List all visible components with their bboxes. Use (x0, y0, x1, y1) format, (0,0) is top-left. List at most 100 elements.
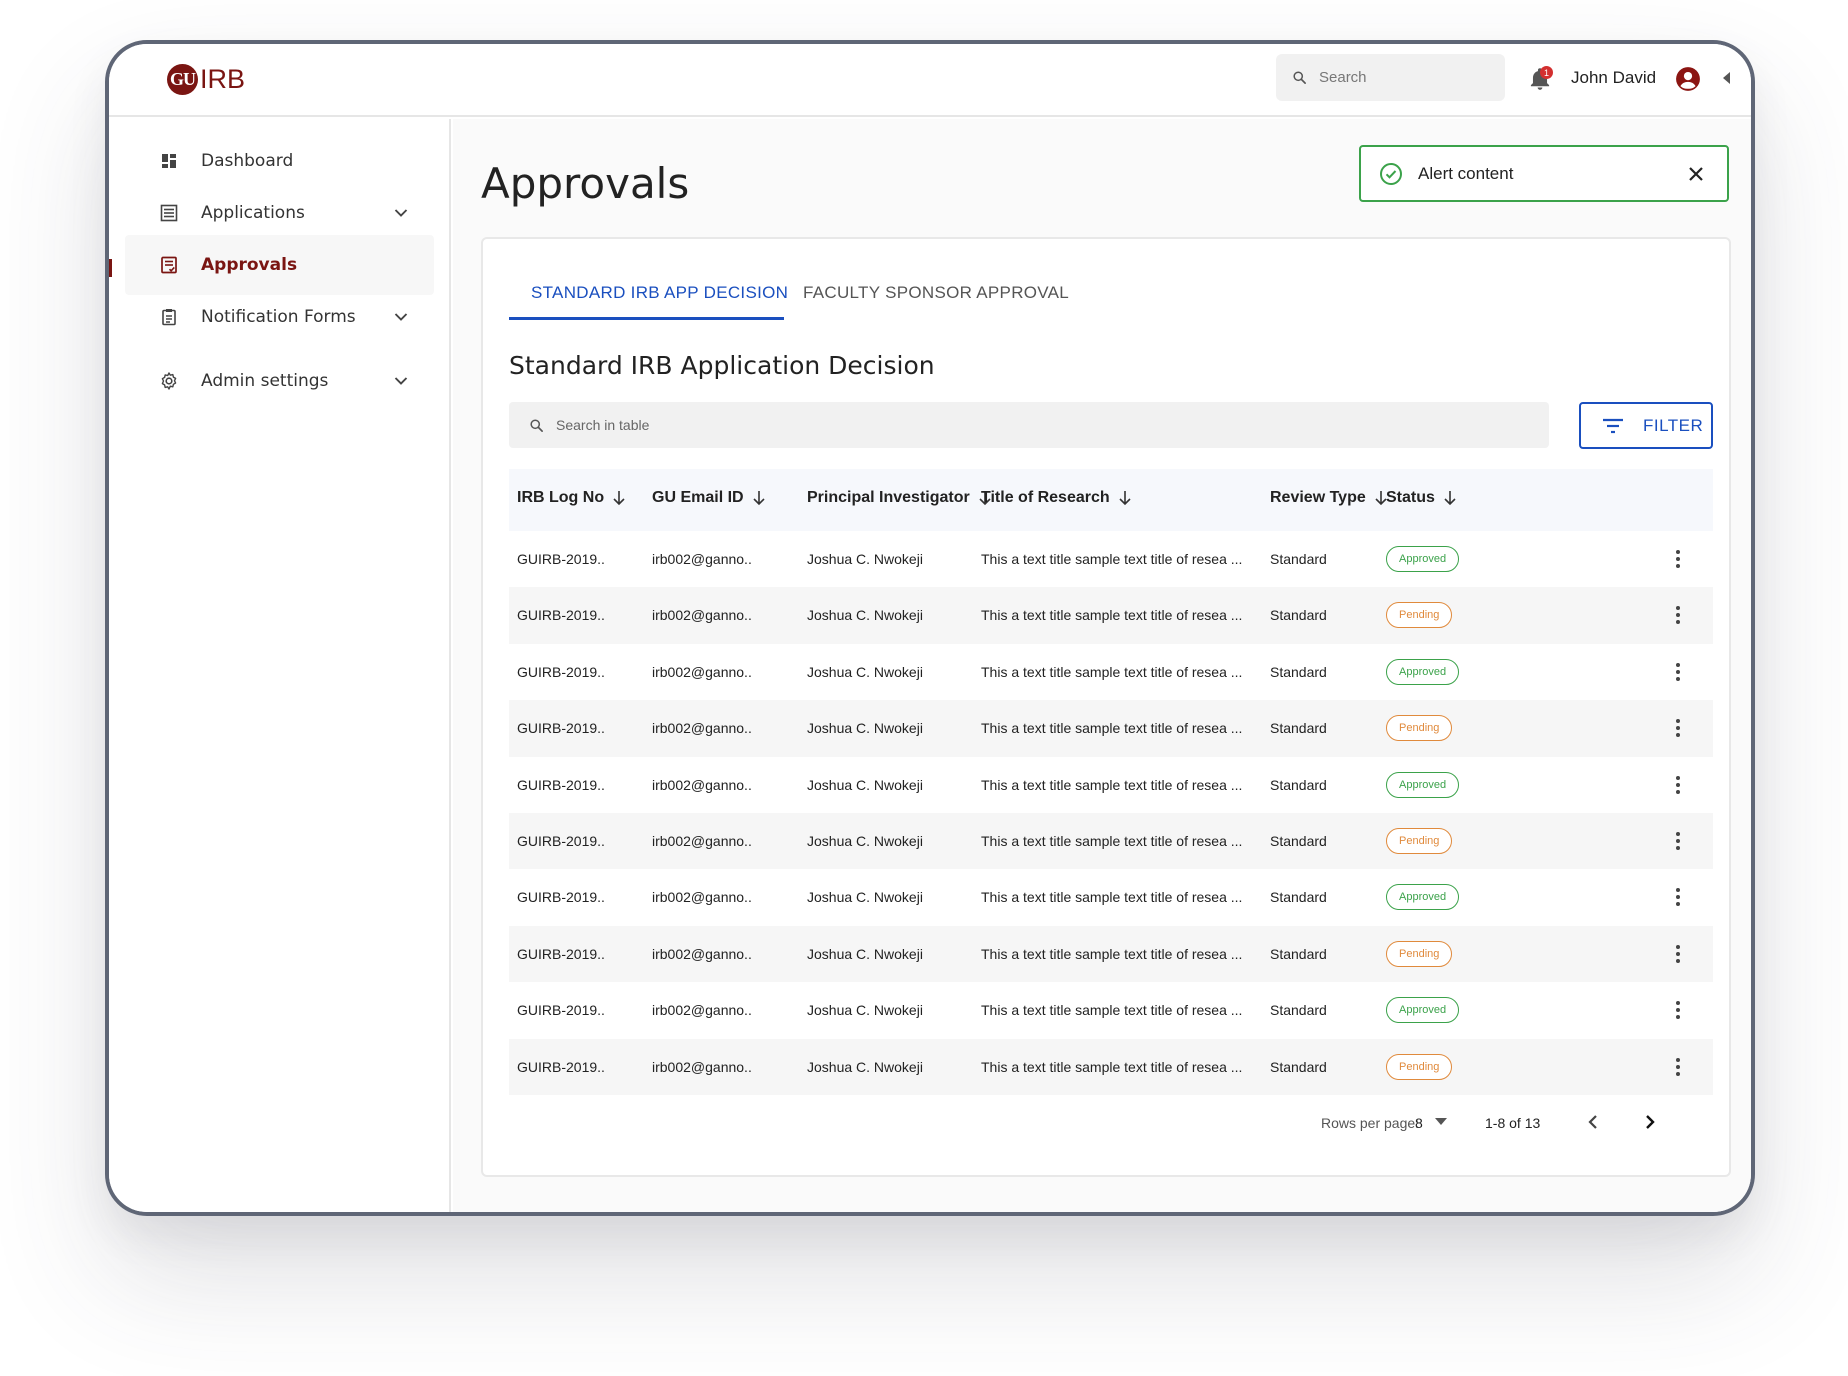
table-row[interactable]: GUIRB-2019.. irb002@ganno.. Joshua C. Nw… (509, 644, 1713, 700)
dashboard-icon (162, 154, 176, 168)
section-title: Standard IRB Application Decision (509, 351, 935, 380)
rows-per-page-select[interactable]: 8 (1415, 1115, 1423, 1131)
cell-title-of-research: This a text title sample text title of r… (981, 607, 1243, 624)
top-bar: GU IRB Search 1 John David (109, 44, 1751, 117)
table-row[interactable]: GUIRB-2019.. irb002@ganno.. Joshua C. Nw… (509, 982, 1713, 1038)
active-tab-indicator (509, 317, 784, 320)
table-row[interactable]: GUIRB-2019.. irb002@ganno.. Joshua C. Nw… (509, 700, 1713, 757)
user-avatar-icon[interactable] (1675, 66, 1701, 92)
cell-principal-investigator: Joshua C. Nwokeji (807, 663, 923, 680)
app-logo[interactable]: GU IRB (167, 64, 245, 95)
search-icon (1293, 71, 1306, 84)
table-row[interactable]: GUIRB-2019.. irb002@ganno.. Joshua C. Nw… (509, 925, 1713, 983)
chevron-down-icon[interactable] (393, 205, 409, 221)
row-more-options-icon[interactable] (1675, 604, 1681, 626)
cell-principal-investigator: Joshua C. Nwokeji (807, 1002, 923, 1019)
column-header-principal-investigator[interactable]: Principal Investigator (807, 489, 992, 507)
cell-principal-investigator: Joshua C. Nwokeji (807, 720, 923, 737)
row-more-options-icon[interactable] (1675, 943, 1681, 965)
main-content: Approvals Alert content STANDARD IRB APP… (453, 119, 1751, 1212)
logo-text: IRB (200, 64, 246, 94)
table-row[interactable]: GUIRB-2019.. irb002@ganno.. Joshua C. Nw… (509, 812, 1713, 870)
row-more-options-icon[interactable] (1675, 548, 1681, 570)
cell-title-of-research: This a text title sample text title of r… (981, 776, 1243, 793)
cell-gu-email: irb002@ganno.. (652, 1002, 752, 1019)
row-more-options-icon[interactable] (1675, 661, 1681, 683)
status-badge: Pending (1386, 1053, 1453, 1080)
row-more-options-icon[interactable] (1675, 774, 1681, 796)
cell-review-type: Standard (1270, 1058, 1327, 1075)
cell-review-type: Standard (1270, 551, 1327, 567)
cell-title-of-research: This a text title sample text title of r… (981, 889, 1243, 906)
cell-title-of-research: This a text title sample text title of r… (981, 1002, 1243, 1019)
cell-irb-log-no: GUIRB-2019.. (517, 551, 605, 567)
close-icon[interactable] (1685, 163, 1707, 185)
table-body: GUIRB-2019.. irb002@ganno.. Joshua C. Nw… (509, 531, 1713, 1095)
sidebar-item-label: Admin settings (201, 371, 329, 391)
rows-per-page-label: Rows per page: (1321, 1115, 1420, 1131)
cell-gu-email: irb002@ganno.. (652, 945, 752, 962)
column-header-irb-log-no[interactable]: IRB Log No (517, 489, 626, 507)
column-header-label: Title of Research (981, 489, 1110, 506)
cell-principal-investigator: Joshua C. Nwokeji (807, 1058, 923, 1075)
status-badge: Approved (1386, 771, 1460, 798)
row-more-options-icon[interactable] (1675, 1056, 1681, 1078)
table-row[interactable]: GUIRB-2019.. irb002@ganno.. Joshua C. Nw… (509, 587, 1713, 644)
alert-text: Alert content (1418, 163, 1514, 183)
cell-irb-log-no: GUIRB-2019.. (517, 889, 605, 906)
cell-irb-log-no: GUIRB-2019.. (517, 945, 605, 962)
global-search-placeholder: Search (1319, 69, 1367, 86)
column-header-title-of-research[interactable]: Title of Research (981, 489, 1132, 507)
gear-icon (161, 372, 177, 390)
status-badge: Approved (1386, 658, 1460, 685)
sort-arrow-down-icon[interactable] (612, 490, 626, 506)
cell-gu-email: irb002@ganno.. (652, 889, 752, 906)
chevron-down-icon[interactable] (393, 373, 409, 389)
status-badge: Approved (1386, 546, 1460, 572)
success-alert: Alert content (1359, 145, 1729, 202)
sort-arrow-down-icon[interactable] (1118, 490, 1132, 506)
logo-badge: GU (167, 64, 198, 95)
cell-review-type: Standard (1270, 607, 1327, 624)
table-row[interactable]: GUIRB-2019.. irb002@ganno.. Joshua C. Nw… (509, 757, 1713, 813)
column-header-review-type[interactable]: Review Type (1270, 489, 1388, 507)
table-row[interactable]: GUIRB-2019.. irb002@ganno.. Joshua C. Nw… (509, 1038, 1713, 1095)
cell-review-type: Standard (1270, 1002, 1327, 1019)
status-badge: Approved (1386, 884, 1460, 911)
cell-gu-email: irb002@ganno.. (652, 607, 752, 624)
chevron-down-icon[interactable] (393, 309, 409, 325)
row-more-options-icon[interactable] (1675, 999, 1681, 1021)
row-more-options-icon[interactable] (1675, 886, 1681, 908)
tab-standard-irb-app-decision[interactable]: STANDARD IRB APP DECISION (531, 283, 788, 303)
filter-button[interactable]: FILTER (1579, 402, 1713, 449)
cell-gu-email: irb002@ganno.. (652, 663, 752, 680)
chevron-left-icon[interactable] (1583, 1112, 1603, 1132)
cell-irb-log-no: GUIRB-2019.. (517, 663, 605, 680)
user-name[interactable]: John David (1571, 68, 1656, 88)
collapse-caret-icon[interactable] (1723, 72, 1731, 84)
dropdown-triangle-icon[interactable] (1435, 1118, 1447, 1126)
sort-arrow-down-icon[interactable] (752, 490, 766, 506)
cell-review-type: Standard (1270, 889, 1327, 906)
status-badge: Approved (1386, 997, 1460, 1024)
sidebar-item-admin-settings[interactable]: Admin settings (125, 351, 434, 411)
column-header-gu-email-id[interactable]: GU Email ID (652, 489, 766, 507)
tab-faculty-sponsor-approval[interactable]: FACULTY SPONSOR APPROVAL (803, 283, 1069, 303)
table-row[interactable]: GUIRB-2019.. irb002@ganno.. Joshua C. Nw… (509, 531, 1713, 587)
table-row[interactable]: GUIRB-2019.. irb002@ganno.. Joshua C. Nw… (509, 869, 1713, 925)
sort-arrow-down-icon[interactable] (1443, 490, 1457, 506)
sidebar-item-label: Applications (201, 203, 305, 223)
row-more-options-icon[interactable] (1675, 717, 1681, 739)
sidebar-item-notification-forms[interactable]: Notification Forms (125, 287, 434, 347)
column-header-status[interactable]: Status (1386, 489, 1457, 507)
cell-title-of-research: This a text title sample text title of r… (981, 663, 1243, 680)
status-badge: Pending (1386, 602, 1453, 629)
chevron-right-icon[interactable] (1640, 1112, 1660, 1132)
row-more-options-icon[interactable] (1675, 830, 1681, 852)
sidebar-item-approvals[interactable]: Approvals (109, 235, 434, 295)
table-search-input[interactable]: Search in table (509, 402, 1549, 448)
global-search-input[interactable]: Search (1276, 54, 1505, 101)
cell-irb-log-no: GUIRB-2019.. (517, 832, 605, 849)
sidebar-item-applications[interactable]: Applications (125, 183, 434, 243)
sidebar-item-dashboard[interactable]: Dashboard (125, 131, 434, 191)
